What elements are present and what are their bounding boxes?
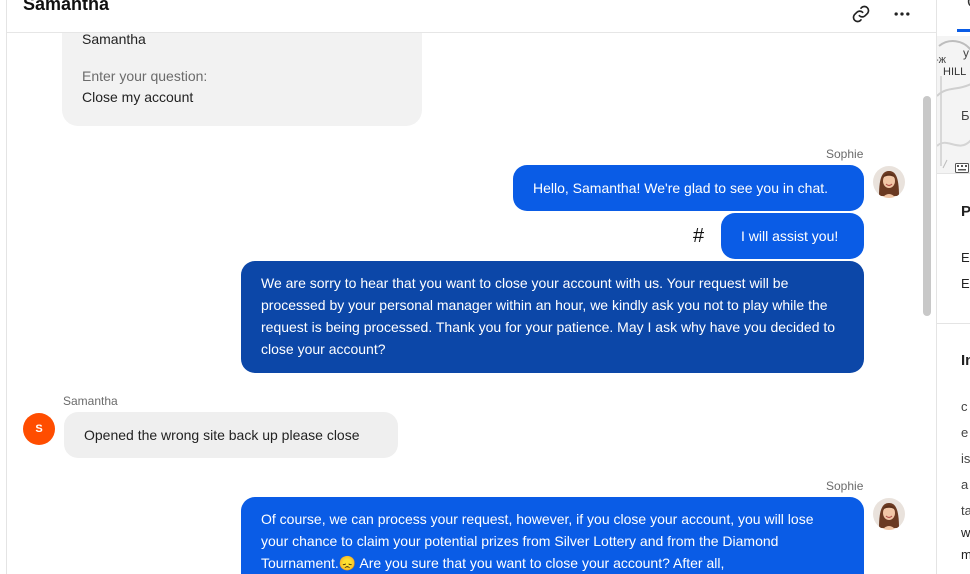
left-rail: [0, 0, 7, 574]
map-label: Б: [961, 108, 970, 123]
sender-name: Sophie: [826, 479, 864, 493]
agent-message: We are sorry to hear that you want to cl…: [241, 261, 864, 373]
map-thumbnail[interactable]: у -ж HILL Б: [937, 36, 970, 174]
message-text: Are you sure that you want to close your…: [356, 555, 725, 571]
agent-message: Hello, Samantha! We're glad to see you i…: [513, 165, 864, 211]
sad-face-emoji: 😞: [338, 555, 357, 571]
form-name-value: Samantha: [82, 33, 146, 47]
agent-avatar: [873, 166, 905, 198]
active-tab-indicator: [957, 29, 970, 32]
keyboard-icon[interactable]: [955, 160, 969, 173]
section-line: a: [961, 477, 969, 492]
map-label: у: [963, 46, 969, 60]
agent-message: Of course, we can process your request, …: [241, 497, 864, 574]
link-icon[interactable]: [849, 2, 873, 26]
prechat-form-card: Samantha Enter your question: Close my a…: [62, 33, 422, 126]
section-heading: P: [961, 203, 970, 220]
form-question-value: Close my account: [82, 89, 194, 105]
map-label: -ж: [936, 54, 947, 66]
section-heading: In: [961, 352, 970, 369]
user-message: Opened the wrong site back up please clo…: [64, 412, 398, 458]
section-line: c: [961, 399, 968, 414]
section-line: E: [961, 250, 970, 265]
agent-message: I will assist you!: [721, 213, 864, 259]
agent-avatar: [873, 498, 905, 530]
sender-name: Samantha: [63, 394, 118, 408]
more-options-icon[interactable]: [890, 2, 914, 26]
section-line: e: [961, 425, 969, 440]
form-question-label: Enter your question:: [82, 68, 208, 84]
map-label: HILL: [943, 66, 967, 78]
hash-icon: #: [693, 225, 705, 247]
section-line: m: [961, 547, 970, 562]
chat-transcript[interactable]: Samantha Enter your question: Close my a…: [7, 33, 922, 574]
sender-name: Sophie: [826, 147, 864, 161]
section-line: E: [961, 276, 970, 291]
chat-scrollbar[interactable]: [923, 96, 931, 316]
right-info-panel: C у -ж HILL Б P E E In c e is a ta w m: [936, 0, 970, 574]
divider: [937, 323, 970, 324]
chat-header: Samantha: [7, 0, 936, 33]
chat-title: Samantha: [23, 0, 110, 14]
section-line: ta: [961, 503, 970, 518]
section-line: is: [961, 451, 970, 466]
user-avatar: S: [23, 413, 55, 445]
section-line: w: [961, 525, 970, 540]
